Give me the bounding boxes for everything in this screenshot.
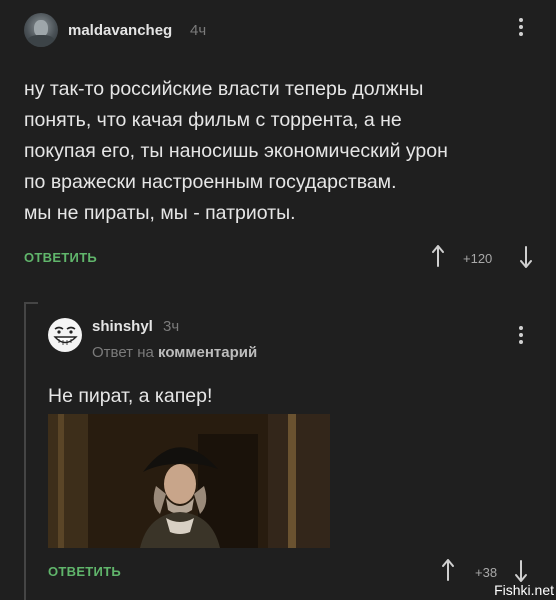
upvote-arrow-icon[interactable] [441,558,455,582]
downvote-arrow-icon[interactable] [514,559,528,583]
troll-face-avatar-icon[interactable] [48,318,82,352]
comment-line: покупая его, ты наносишь экономический у… [24,140,448,162]
watermark: Fishki.net [494,582,554,598]
comment-time: 4ч [190,22,207,39]
reply-button[interactable]: ОТВЕТИТЬ [24,250,97,265]
reply-image[interactable] [48,414,330,548]
reply-author[interactable]: shinshyl [92,318,153,335]
comment-line: мы не пираты, мы - патриоты. [24,202,296,224]
comment-line: ну так-то российские власти теперь должн… [24,78,424,100]
thread-line [24,302,26,600]
reply-button[interactable]: ОТВЕТИТЬ [48,564,121,579]
comment-line: по вражески настроенным государствам. [24,171,397,193]
more-vertical-icon[interactable] [518,18,524,39]
upvote-arrow-icon[interactable] [431,244,445,268]
reply-to-link[interactable]: комментарий [158,344,257,361]
user-avatar-icon[interactable] [24,13,58,47]
reply-rating: +38 [475,565,498,580]
comment-rating: +120 [463,251,493,266]
downvote-arrow-icon[interactable] [519,245,533,269]
comment-line: понять, что качая фильм с торрента, а не [24,109,402,131]
thread-connector [24,302,38,304]
comment-author[interactable]: maldavancheg [68,22,172,39]
reply-to-line: Ответ на комментарий [92,344,257,361]
reply-body: Не пират, а капер! [48,385,213,407]
reply-to-prefix: Ответ на [92,344,154,361]
reply-time: 3ч [163,318,180,335]
comment-body: ну так-то российские власти теперь должн… [24,74,544,229]
more-vertical-icon[interactable] [518,326,524,347]
